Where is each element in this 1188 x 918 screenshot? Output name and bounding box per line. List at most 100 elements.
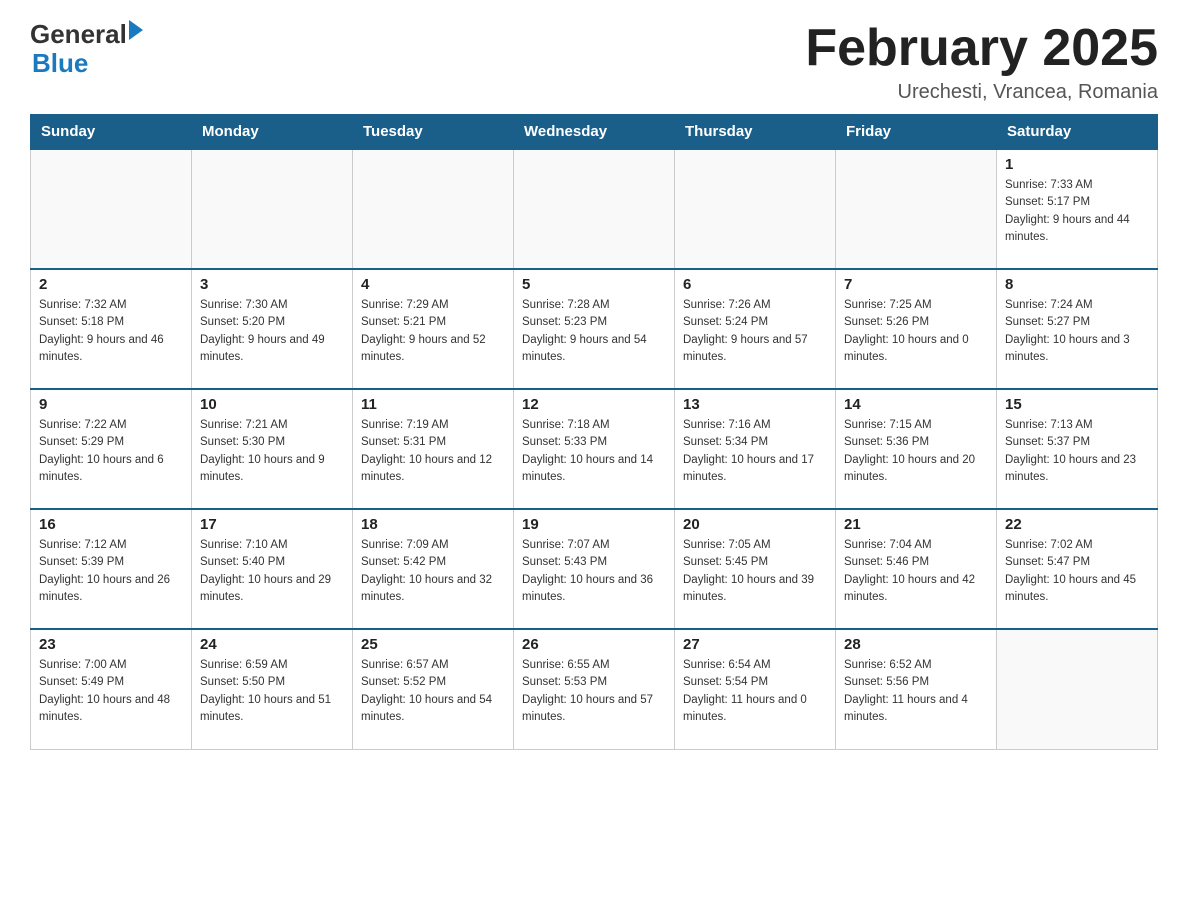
calendar-cell: 4Sunrise: 7:29 AMSunset: 5:21 PMDaylight… [353, 269, 514, 389]
calendar-cell: 10 Sunrise: 7:21 AMSunset: 5:30 PMDayligh… [192, 389, 353, 509]
calendar-header-row: SundayMondayTuesdayWednesdayThursdayFrid… [31, 115, 1158, 150]
day-number: 3 [200, 276, 344, 293]
calendar-cell: 14 Sunrise: 7:15 AMSunset: 5:36 PMDayligh… [836, 389, 997, 509]
day-info: Sunrise: 7:19 AMSunset: 5:31 PMDaylight:… [361, 417, 505, 486]
header-right: February 2025 Urechesti, Vrancea, Romani… [805, 20, 1158, 104]
calendar-header-friday: Friday [836, 115, 997, 150]
day-info: Sunrise: 7:12 AMSunset: 5:39 PMDaylight:… [39, 537, 183, 606]
day-info: Sunrise: 7:04 AMSunset: 5:46 PMDaylight:… [844, 537, 988, 606]
calendar-cell: 1 Sunrise: 7:33 AMSunset: 5:17 PMDaylight… [997, 149, 1158, 269]
calendar-header-sunday: Sunday [31, 115, 192, 150]
day-info: Sunrise: 7:21 AMSunset: 5:30 PMDaylight:… [200, 417, 344, 486]
day-number: 25 [361, 636, 505, 653]
day-number: 28 [844, 636, 988, 653]
day-info: Sunrise: 7:15 AMSunset: 5:36 PMDaylight:… [844, 417, 988, 486]
calendar-cell [514, 149, 675, 269]
calendar-cell: 21 Sunrise: 7:04 AMSunset: 5:46 PMDayligh… [836, 509, 997, 629]
month-title: February 2025 [805, 20, 1158, 77]
day-info: Sunrise: 7:25 AMSunset: 5:26 PMDaylight:… [844, 297, 988, 366]
calendar-cell: 25Sunrise: 6:57 AMSunset: 5:52 PMDayligh… [353, 629, 514, 749]
calendar-cell: 19 Sunrise: 7:07 AMSunset: 5:43 PMDayligh… [514, 509, 675, 629]
calendar-week-row: 16Sunrise: 7:12 AMSunset: 5:39 PMDayligh… [31, 509, 1158, 629]
day-info: Sunrise: 7:13 AMSunset: 5:37 PMDaylight:… [1005, 417, 1149, 486]
day-number: 12 [522, 396, 666, 413]
day-number: 1 [1005, 156, 1149, 173]
calendar-cell: 20Sunrise: 7:05 AMSunset: 5:45 PMDayligh… [675, 509, 836, 629]
calendar-cell [192, 149, 353, 269]
logo-arrow-icon [129, 20, 143, 40]
calendar-week-row: 9 Sunrise: 7:22 AMSunset: 5:29 PMDaylight… [31, 389, 1158, 509]
day-info: Sunrise: 7:00 AMSunset: 5:49 PMDaylight:… [39, 657, 183, 726]
day-number: 10 [200, 396, 344, 413]
calendar-cell: 9 Sunrise: 7:22 AMSunset: 5:29 PMDaylight… [31, 389, 192, 509]
day-info: Sunrise: 7:09 AMSunset: 5:42 PMDaylight:… [361, 537, 505, 606]
calendar-week-row: 23 Sunrise: 7:00 AMSunset: 5:49 PMDayligh… [31, 629, 1158, 749]
calendar-week-row: 2 Sunrise: 7:32 AMSunset: 5:18 PMDaylight… [31, 269, 1158, 389]
day-info: Sunrise: 7:16 AMSunset: 5:34 PMDaylight:… [683, 417, 827, 486]
page-header: General Blue February 2025 Urechesti, Vr… [30, 20, 1158, 104]
logo-blue: Blue [32, 49, 143, 78]
day-number: 2 [39, 276, 183, 293]
calendar-cell: 16Sunrise: 7:12 AMSunset: 5:39 PMDayligh… [31, 509, 192, 629]
day-number: 21 [844, 516, 988, 533]
day-info: Sunrise: 7:02 AMSunset: 5:47 PMDaylight:… [1005, 537, 1149, 606]
day-number: 4 [361, 276, 505, 293]
day-number: 8 [1005, 276, 1149, 293]
calendar-cell [675, 149, 836, 269]
day-info: Sunrise: 7:32 AMSunset: 5:18 PMDaylight:… [39, 297, 183, 366]
calendar-week-row: 1 Sunrise: 7:33 AMSunset: 5:17 PMDaylight… [31, 149, 1158, 269]
calendar-header-monday: Monday [192, 115, 353, 150]
day-number: 18 [361, 516, 505, 533]
location-subtitle: Urechesti, Vrancea, Romania [805, 81, 1158, 104]
calendar-header-saturday: Saturday [997, 115, 1158, 150]
day-number: 24 [200, 636, 344, 653]
day-info: Sunrise: 6:52 AMSunset: 5:56 PMDaylight:… [844, 657, 988, 726]
day-number: 17 [200, 516, 344, 533]
calendar-cell: 26Sunrise: 6:55 AMSunset: 5:53 PMDayligh… [514, 629, 675, 749]
calendar-cell [31, 149, 192, 269]
day-info: Sunrise: 7:05 AMSunset: 5:45 PMDaylight:… [683, 537, 827, 606]
day-info: Sunrise: 7:24 AMSunset: 5:27 PMDaylight:… [1005, 297, 1149, 366]
day-info: Sunrise: 6:55 AMSunset: 5:53 PMDaylight:… [522, 657, 666, 726]
calendar-cell: 12 Sunrise: 7:18 AMSunset: 5:33 PMDayligh… [514, 389, 675, 509]
calendar-cell [353, 149, 514, 269]
day-info: Sunrise: 7:18 AMSunset: 5:33 PMDaylight:… [522, 417, 666, 486]
day-info: Sunrise: 7:07 AMSunset: 5:43 PMDaylight:… [522, 537, 666, 606]
day-number: 15 [1005, 396, 1149, 413]
day-info: Sunrise: 6:59 AMSunset: 5:50 PMDaylight:… [200, 657, 344, 726]
calendar-cell: 13 Sunrise: 7:16 AMSunset: 5:34 PMDayligh… [675, 389, 836, 509]
calendar-table: SundayMondayTuesdayWednesdayThursdayFrid… [30, 114, 1158, 750]
calendar-cell: 2 Sunrise: 7:32 AMSunset: 5:18 PMDaylight… [31, 269, 192, 389]
day-number: 9 [39, 396, 183, 413]
logo: General Blue [30, 20, 143, 77]
day-number: 27 [683, 636, 827, 653]
calendar-cell: 5 Sunrise: 7:28 AMSunset: 5:23 PMDaylight… [514, 269, 675, 389]
calendar-cell: 6Sunrise: 7:26 AMSunset: 5:24 PMDaylight… [675, 269, 836, 389]
calendar-cell: 3 Sunrise: 7:30 AMSunset: 5:20 PMDaylight… [192, 269, 353, 389]
day-number: 22 [1005, 516, 1149, 533]
day-info: Sunrise: 7:33 AMSunset: 5:17 PMDaylight:… [1005, 177, 1149, 246]
calendar-cell: 8 Sunrise: 7:24 AMSunset: 5:27 PMDaylight… [997, 269, 1158, 389]
day-number: 23 [39, 636, 183, 653]
day-number: 13 [683, 396, 827, 413]
calendar-cell [836, 149, 997, 269]
calendar-cell [997, 629, 1158, 749]
calendar-cell: 28 Sunrise: 6:52 AMSunset: 5:56 PMDayligh… [836, 629, 997, 749]
day-info: Sunrise: 7:22 AMSunset: 5:29 PMDaylight:… [39, 417, 183, 486]
calendar-cell: 23 Sunrise: 7:00 AMSunset: 5:49 PMDayligh… [31, 629, 192, 749]
calendar-cell: 7Sunrise: 7:25 AMSunset: 5:26 PMDaylight… [836, 269, 997, 389]
calendar-cell: 24 Sunrise: 6:59 AMSunset: 5:50 PMDayligh… [192, 629, 353, 749]
day-info: Sunrise: 7:30 AMSunset: 5:20 PMDaylight:… [200, 297, 344, 366]
day-number: 6 [683, 276, 827, 293]
day-number: 14 [844, 396, 988, 413]
day-number: 19 [522, 516, 666, 533]
calendar-header-thursday: Thursday [675, 115, 836, 150]
calendar-header-wednesday: Wednesday [514, 115, 675, 150]
day-info: Sunrise: 7:28 AMSunset: 5:23 PMDaylight:… [522, 297, 666, 366]
calendar-cell: 15 Sunrise: 7:13 AMSunset: 5:37 PMDayligh… [997, 389, 1158, 509]
day-number: 5 [522, 276, 666, 293]
calendar-cell: 27Sunrise: 6:54 AMSunset: 5:54 PMDayligh… [675, 629, 836, 749]
logo-general: General [30, 20, 127, 49]
calendar-cell: 22 Sunrise: 7:02 AMSunset: 5:47 PMDayligh… [997, 509, 1158, 629]
day-info: Sunrise: 7:10 AMSunset: 5:40 PMDaylight:… [200, 537, 344, 606]
